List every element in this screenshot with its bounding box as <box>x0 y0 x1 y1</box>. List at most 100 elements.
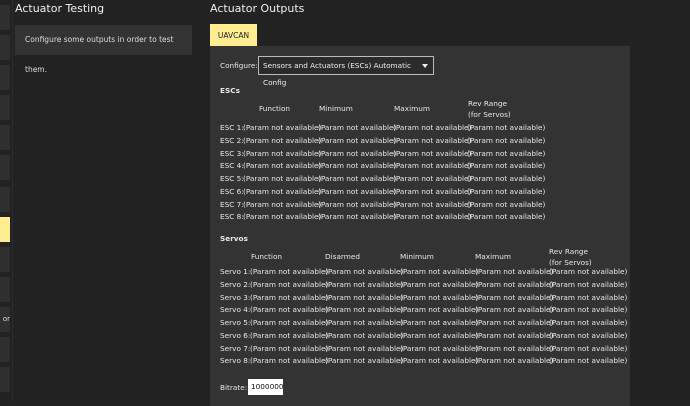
column-header: Function <box>259 104 291 113</box>
param-value: (Param not available) <box>318 186 397 196</box>
param-value: (Param not available) <box>549 356 628 366</box>
column-header: Minimum <box>400 252 434 261</box>
param-value: (Param not available) <box>318 135 397 145</box>
param-value: (Param not available) <box>400 343 479 353</box>
escs-title: ESCs <box>220 86 240 95</box>
param-value: (Param not available) <box>475 279 554 289</box>
param-value: (Param not available) <box>475 305 554 315</box>
param-value: (Param not available) <box>393 148 472 158</box>
param-value: (Param not available) <box>475 343 554 353</box>
param-value: (Param not available) <box>318 199 397 209</box>
param-value: (Param not available) <box>243 174 322 183</box>
param-value: (Param not available) <box>325 343 404 353</box>
sidebar-item[interactable] <box>0 125 10 150</box>
tab-uavcan[interactable]: UAVCAN <box>210 24 257 46</box>
param-value: (Param not available) <box>400 318 479 327</box>
column-header: Maximum <box>394 104 430 113</box>
param-value: (Param not available) <box>549 343 628 353</box>
sidebar-item[interactable] <box>0 247 10 272</box>
row-label: Servo 7: <box>220 343 251 353</box>
sidebar: or <box>0 0 13 401</box>
param-value: (Param not available) <box>467 186 546 196</box>
param-value: (Param not available) <box>400 279 479 289</box>
row-label: Servo 2: <box>220 279 251 289</box>
sidebar-item[interactable] <box>0 35 10 60</box>
param-value: (Param not available) <box>393 212 472 222</box>
servos-title: Servos <box>220 234 248 243</box>
row-label: ESC 2: <box>220 135 244 145</box>
sidebar-item[interactable] <box>0 65 10 90</box>
param-value: (Param not available) <box>467 212 546 222</box>
param-value: (Param not available) <box>325 267 404 276</box>
param-value: (Param not available) <box>393 186 472 196</box>
param-value: (Param not available) <box>467 199 546 209</box>
param-value: (Param not available) <box>393 161 472 171</box>
configure-select[interactable]: Sensors and Actuators (ESCs) Automatic C… <box>258 56 434 87</box>
configure-label: Configure: <box>220 61 258 70</box>
row-label: ESC 8: <box>220 212 244 222</box>
sidebar-item[interactable] <box>0 155 10 180</box>
param-value: (Param not available) <box>250 356 329 366</box>
param-value: (Param not available) <box>475 292 554 302</box>
row-label: Servo 6: <box>220 330 251 340</box>
row-label: ESC 4: <box>220 161 244 171</box>
sidebar-item[interactable] <box>0 95 10 120</box>
row-label: ESC 7: <box>220 199 244 209</box>
sidebar-item[interactable] <box>0 367 10 392</box>
param-value: (Param not available) <box>250 279 329 289</box>
param-value: (Param not available) <box>250 305 329 315</box>
param-value: (Param not available) <box>467 123 546 132</box>
param-value: (Param not available) <box>243 199 322 209</box>
sidebar-item[interactable] <box>0 187 10 212</box>
param-value: (Param not available) <box>475 318 554 327</box>
param-value: (Param not available) <box>400 292 479 302</box>
param-value: (Param not available) <box>549 292 628 302</box>
row-label: Servo 5: <box>220 318 251 327</box>
actuator-testing-box: Configure some outputs in order to test … <box>15 25 192 74</box>
param-value: (Param not available) <box>325 292 404 302</box>
param-value: (Param not available) <box>400 330 479 340</box>
param-value: (Param not available) <box>325 279 404 289</box>
param-value: (Param not available) <box>400 267 479 276</box>
param-value: (Param not available) <box>318 161 397 171</box>
param-value: (Param not available) <box>243 135 322 145</box>
param-value: (Param not available) <box>393 199 472 209</box>
param-value: (Param not available) <box>318 174 397 183</box>
row-label: ESC 6: <box>220 186 244 196</box>
bitrate-input[interactable]: 1000000 <box>248 379 284 395</box>
sidebar-item[interactable]: or <box>0 307 10 332</box>
column-header: Disarmed <box>325 252 361 261</box>
param-value: (Param not available) <box>318 148 397 158</box>
row-label: Servo 8: <box>220 356 251 366</box>
actuator-outputs-title: Actuator Outputs <box>210 2 305 15</box>
sidebar-item[interactable] <box>0 217 10 242</box>
param-value: (Param not available) <box>250 292 329 302</box>
actuator-testing-message: Configure some outputs in order to test … <box>25 35 174 74</box>
param-value: (Param not available) <box>400 356 479 366</box>
configure-select-value: Sensors and Actuators (ESCs) Automatic C… <box>263 61 412 87</box>
uavcan-panel: Configure: Sensors and Actuators (ESCs) … <box>210 46 630 406</box>
param-value: (Param not available) <box>467 161 546 171</box>
sidebar-item[interactable] <box>0 5 10 30</box>
param-value: (Param not available) <box>318 212 397 222</box>
param-value: (Param not available) <box>243 186 322 196</box>
sidebar-item[interactable] <box>0 277 10 302</box>
column-header: Function <box>251 252 283 261</box>
param-value: (Param not available) <box>467 135 546 145</box>
column-header: Rev Range <box>549 246 588 256</box>
param-value: (Param not available) <box>318 123 397 132</box>
row-label: Servo 1: <box>220 267 251 276</box>
row-label: ESC 3: <box>220 148 244 158</box>
param-value: (Param not available) <box>549 279 628 289</box>
sidebar-item[interactable] <box>0 337 10 362</box>
param-value: (Param not available) <box>325 330 404 340</box>
param-value: (Param not available) <box>243 161 322 171</box>
column-header: Rev Range <box>468 98 507 108</box>
param-value: (Param not available) <box>467 148 546 158</box>
row-label: Servo 3: <box>220 292 251 302</box>
param-value: (Param not available) <box>325 356 404 366</box>
param-value: (Param not available) <box>549 305 628 315</box>
param-value: (Param not available) <box>467 174 546 183</box>
param-value: (Param not available) <box>393 123 472 132</box>
param-value: (Param not available) <box>549 267 628 276</box>
